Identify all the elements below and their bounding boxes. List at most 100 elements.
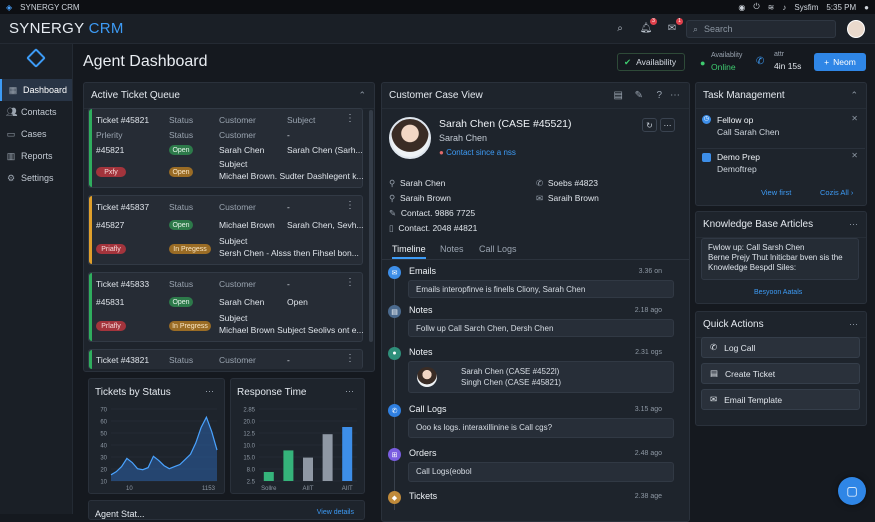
priority-badge: Pxfy bbox=[96, 167, 126, 177]
response-bar-chart: 2.85 20.0 12.5 10.0 15.0 8.0 2.5 Sollre AIIT AIIT bbox=[243, 408, 357, 492]
sidebar-item-contacts[interactable]: 👥︎ Contacts bbox=[0, 101, 72, 123]
x-tick-label: Sollre bbox=[261, 486, 277, 492]
system-user: Sysfim bbox=[794, 2, 819, 12]
ticket-card[interactable]: Ticket #45833 #45831 Status Open Custome… bbox=[88, 272, 364, 342]
ticket-customer: Sarah Chen bbox=[219, 297, 265, 307]
mail-icon[interactable]: ✉ 1 bbox=[664, 18, 683, 36]
ticket-customer: Michael Brown bbox=[219, 220, 275, 230]
collapse-icon[interactable]: ⌃ bbox=[358, 90, 366, 101]
contact-link[interactable]: ● Contact since a nss bbox=[439, 148, 516, 157]
apple-icon: ● bbox=[864, 2, 869, 12]
log-call-button[interactable]: ✆ Log Call bbox=[701, 337, 860, 358]
ticket-customer-header: Customer bbox=[219, 115, 256, 125]
ticket-customer-header: Customer bbox=[219, 279, 256, 289]
more-icon[interactable]: ⋮ bbox=[345, 277, 355, 288]
sidebar-item-settings[interactable]: ⚙ Settings bbox=[0, 167, 72, 189]
y-tick-label: 30 bbox=[100, 456, 107, 462]
more-icon[interactable]: ⋯ bbox=[849, 219, 858, 230]
task-item[interactable]: Demo Prep Demoftrep ✕ bbox=[697, 147, 865, 187]
availability-toggle[interactable]: ✔ Availability bbox=[617, 53, 685, 71]
folder-icon: ▭ bbox=[6, 128, 16, 139]
x-tick-label: 10 bbox=[126, 486, 133, 492]
timeline-body-line: Singh Chen (CASE #45821) bbox=[461, 378, 562, 387]
brand-logo[interactable]: SYNERGY CRM bbox=[9, 20, 124, 37]
more-icon[interactable]: ⋮ bbox=[345, 353, 355, 364]
ticket-subject-line: Michael Brown Subject Seolivs ont e... bbox=[219, 325, 364, 335]
ticket-card[interactable]: Ticket #45821 Prlerity #45821 Status Sta… bbox=[88, 108, 364, 188]
timeline-title: Emails bbox=[409, 266, 437, 276]
more-icon[interactable]: ⋮ bbox=[345, 200, 355, 211]
sidebar-item-label: Dashboard bbox=[23, 85, 68, 95]
timeline-item[interactable]: ⊞ Orders 2.48 ago Call Logs(eobol bbox=[388, 447, 676, 483]
tab-call-logs[interactable]: Call Logs bbox=[479, 244, 517, 254]
kb-article[interactable]: Fwlow up: Call Sarsh Chen Berne Prejy Th… bbox=[701, 238, 859, 280]
note-icon: ▤ bbox=[388, 305, 401, 318]
queue-scrollbar[interactable] bbox=[369, 110, 373, 342]
timeline-time: 3.36 on bbox=[638, 268, 662, 275]
sidebar-item-dashboard[interactable]: ▦ Dashboard bbox=[0, 79, 72, 101]
dropbox-icon: ◉ bbox=[738, 2, 746, 12]
timeline-item[interactable]: ● Notes 2.31 ogs Sarah Chen (CASE #4522l… bbox=[388, 346, 676, 398]
ticket-subject: Sarah Chen (Sarh... bbox=[287, 145, 363, 155]
timeline-item[interactable]: ✆ Call Logs 3.15 ago Ooo ks logs. intera… bbox=[388, 403, 676, 439]
agent-status-label: Availablity bbox=[711, 52, 743, 59]
tickets-area-chart: 70 60 50 40 30 20 10 10 1153 bbox=[100, 408, 218, 492]
more-icon[interactable]: ⋮ bbox=[345, 113, 355, 124]
mail-badge: 1 bbox=[676, 18, 683, 25]
more-icon[interactable]: ⋯ bbox=[670, 90, 680, 101]
ticket-subject-label: Subject bbox=[219, 159, 248, 169]
ticket-card[interactable]: Ticket #43821 Status Customer - ⋮ bbox=[88, 349, 363, 369]
ticket-card[interactable]: Ticket #45837 #45827 Status Open Custome… bbox=[88, 195, 364, 265]
ticket-subject: Sarah Chen, Sevh... bbox=[287, 220, 364, 230]
timeline-item[interactable]: ▤ Notes 2.18 ago Follw up Call Sarch Che… bbox=[388, 304, 676, 340]
timeline-title: Orders bbox=[409, 448, 437, 458]
sidebar-item-cases[interactable]: ▭ Cases bbox=[0, 123, 72, 145]
bell-icon[interactable]: 🔔︎ 3 bbox=[638, 18, 657, 36]
person-icon: ● bbox=[439, 148, 444, 157]
close-icon[interactable]: ✕ bbox=[851, 151, 858, 160]
email-icon: ✉ bbox=[388, 266, 401, 279]
view-first-link[interactable]: View first bbox=[761, 188, 791, 197]
view-all-link[interactable]: Cozis All › bbox=[820, 188, 853, 197]
gear-icon: ⚙ bbox=[6, 172, 16, 183]
ticket-number: #45827 bbox=[96, 220, 125, 230]
close-icon[interactable]: ✕ bbox=[851, 114, 858, 123]
chat-button[interactable]: ▢ bbox=[838, 477, 866, 505]
timeline-body: Ooo ks logs. interaxillinine is Call cgs… bbox=[408, 418, 674, 438]
tab-notes[interactable]: Notes bbox=[440, 244, 464, 254]
ticket-icon: ◆ bbox=[388, 491, 401, 504]
ticket-id: Ticket #45833 bbox=[96, 279, 150, 289]
info-value: Saraih Brown bbox=[547, 193, 599, 203]
collapse-icon[interactable]: ⌃ bbox=[850, 90, 858, 101]
task-item[interactable]: ◷ Fellow op Call Sarah Chen ✕ bbox=[697, 109, 865, 149]
user-avatar[interactable] bbox=[847, 20, 865, 38]
y-tick-label: 2.5 bbox=[247, 480, 256, 486]
email-template-button[interactable]: ✉ Email Template bbox=[701, 389, 860, 410]
kb-line: Knowledge Bespdl Siles: bbox=[708, 263, 797, 272]
sidebar-item-label: Contacts bbox=[21, 107, 57, 117]
more-icon[interactable]: ⋯ bbox=[660, 118, 675, 132]
timeline-item[interactable]: ✉ Emails 3.36 on Emails interopfinve is … bbox=[388, 265, 676, 301]
ticket-status-header: Status bbox=[169, 202, 194, 212]
agent-stats-card: Agent Stat... View details bbox=[88, 500, 365, 520]
new-button[interactable]: + Neom bbox=[814, 53, 866, 71]
help-icon[interactable]: ? bbox=[656, 90, 662, 101]
search-icon[interactable]: ⌕ bbox=[612, 20, 628, 36]
more-icon[interactable]: ⋯ bbox=[345, 386, 354, 397]
refresh-icon[interactable]: ↻ bbox=[642, 118, 657, 132]
more-icon[interactable]: ⋯ bbox=[849, 319, 858, 330]
create-ticket-button[interactable]: ▤ Create Ticket bbox=[701, 363, 860, 384]
sidebar-item-reports[interactable]: ▥ Reports bbox=[0, 145, 72, 167]
edit-icon[interactable]: ✎ bbox=[635, 90, 643, 101]
tab-timeline[interactable]: Timeline bbox=[392, 244, 426, 259]
phone-icon: ✆ bbox=[710, 342, 718, 352]
ticket-status-stripe bbox=[89, 273, 92, 341]
timeline-item[interactable]: ◆ Tickets 2.38 age bbox=[388, 490, 676, 514]
kb-link[interactable]: Besyoon Aatals bbox=[754, 289, 802, 296]
ticket-subject-dash: - bbox=[287, 355, 290, 365]
search-input[interactable]: ⌕ Search bbox=[686, 20, 836, 38]
more-icon[interactable]: ⋯ bbox=[205, 386, 214, 397]
inbox-icon[interactable]: ▤ bbox=[614, 90, 623, 101]
ticket-priority-label: Prlerity bbox=[96, 130, 123, 140]
view-details-link[interactable]: View details bbox=[317, 509, 354, 516]
